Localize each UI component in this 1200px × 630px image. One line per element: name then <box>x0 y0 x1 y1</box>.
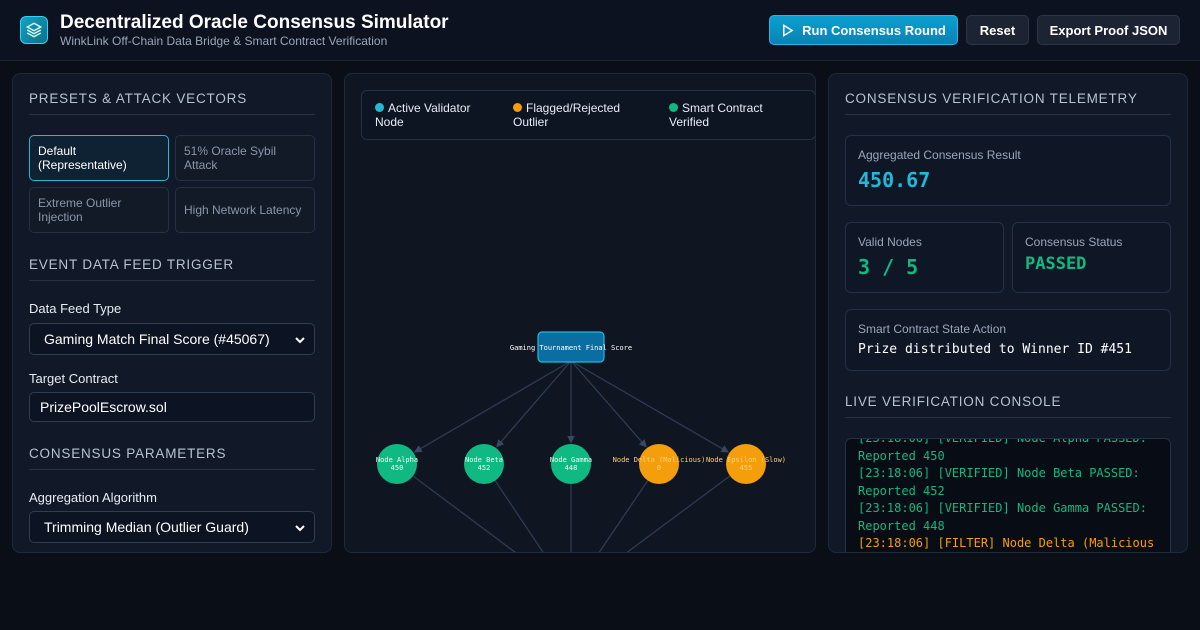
edge-source-to-node <box>570 360 647 448</box>
consensus-status-card: Consensus Status PASSED <box>1012 222 1171 293</box>
feed-type-value: Gaming Match Final Score (#45067) <box>44 331 270 347</box>
validator-node-name: Node Epsilon (Slow) <box>706 456 786 464</box>
divider <box>29 114 315 115</box>
preset-network-latency[interactable]: High Network Latency <box>175 187 315 233</box>
contract-action-card: Smart Contract State Action Prize distri… <box>845 309 1171 371</box>
validator-node-value: 450 <box>391 464 404 472</box>
feed-type-select[interactable]: Gaming Match Final Score (#45067) <box>29 323 315 355</box>
divider <box>845 417 1171 418</box>
target-contract-label: Target Contract <box>29 371 118 386</box>
chevron-down-icon <box>295 337 305 344</box>
validator-node-value: 455 <box>740 464 753 472</box>
reset-button[interactable]: Reset <box>966 15 1029 45</box>
consensus-graph: Gaming Tournament Final Score Node Alpha… <box>376 331 786 552</box>
data-source-label: Gaming Tournament Final Score <box>510 344 632 352</box>
app-header: Decentralized Oracle Consensus Simulator… <box>0 0 1200 61</box>
preset-outlier-injection[interactable]: Extreme Outlier Injection <box>29 187 169 233</box>
target-contract-input[interactable]: PrizePoolEscrow.sol <box>29 392 315 422</box>
chevron-down-icon <box>295 525 305 532</box>
result-label: Aggregated Consensus Result <box>858 148 1021 162</box>
console-log-line: [23:18:06] [VERIFIED] Node Gamma PASSED:… <box>858 501 1147 533</box>
algorithm-label: Aggregation Algorithm <box>29 490 157 505</box>
result-card: Aggregated Consensus Result 450.67 <box>845 135 1171 206</box>
verification-console[interactable]: [23:18:06] [VERIFIED] Node Alpha PASSED:… <box>845 438 1171 552</box>
contract-action-label: Smart Contract State Action <box>858 322 1007 336</box>
edge-source-to-node <box>413 360 572 453</box>
divider <box>845 114 1171 115</box>
edge-source-to-node <box>496 360 572 448</box>
export-proof-button[interactable]: Export Proof JSON <box>1037 15 1180 45</box>
run-consensus-label: Run Consensus Round <box>802 22 946 38</box>
run-consensus-button[interactable]: Run Consensus Round <box>769 15 958 45</box>
validator-node-value: 0 <box>657 464 661 472</box>
validator-node-value: 448 <box>565 464 578 472</box>
console-log-line: [23:18:06] [FILTER] Node Delta (Maliciou… <box>858 536 1155 550</box>
app-title: Decentralized Oracle Consensus Simulator <box>60 12 449 33</box>
divider <box>29 469 315 470</box>
preset-sybil-attack[interactable]: 51% Oracle Sybil Attack <box>175 135 315 181</box>
contract-action-value: Prize distributed to Winner ID #451 <box>858 342 1132 357</box>
params-title: Consensus Parameters <box>29 446 227 461</box>
valid-nodes-card: Valid Nodes 3 / 5 <box>845 222 1004 293</box>
trigger-title: Event Data Feed Trigger <box>29 257 234 272</box>
validator-node-name: Node Delta (Malicious) <box>613 456 706 464</box>
validator-node-name: Node Beta <box>465 456 503 464</box>
app-subtitle: WinkLink Off-Chain Data Bridge & Smart C… <box>60 34 388 48</box>
telemetry-title: Consensus Verification Telemetry <box>845 91 1138 106</box>
valid-nodes-label: Valid Nodes <box>858 235 922 249</box>
algorithm-select[interactable]: Trimming Median (Outlier Guard) <box>29 511 315 543</box>
edge-source-to-node <box>570 360 730 453</box>
layers-logo-icon <box>20 16 48 44</box>
algorithm-value: Trimming Median (Outlier Guard) <box>44 519 249 535</box>
console-log-line: [23:18:06] [VERIFIED] Node Beta PASSED: … <box>858 466 1140 498</box>
preset-default[interactable]: Default (Representative) <box>29 135 169 181</box>
console-log-line: [23:18:06] [VERIFIED] Node Alpha PASSED:… <box>858 438 1147 463</box>
result-value: 450.67 <box>858 168 931 192</box>
consensus-status-value: PASSED <box>1025 254 1087 274</box>
valid-nodes-value: 3 / 5 <box>858 255 919 279</box>
feed-type-label: Data Feed Type <box>29 301 122 316</box>
telemetry-panel: Consensus Verification Telemetry Aggrega… <box>828 73 1188 553</box>
consensus-status-label: Consensus Status <box>1025 235 1123 249</box>
presets-title: Presets & Attack Vectors <box>29 91 247 106</box>
play-icon <box>783 23 794 37</box>
console-title: Live Verification Console <box>845 394 1062 409</box>
validator-node-name: Node Gamma <box>550 456 592 464</box>
config-panel: Presets & Attack Vectors Default (Repres… <box>12 73 332 553</box>
divider <box>29 280 315 281</box>
validator-node-name: Node Alpha <box>376 456 418 464</box>
network-graph-panel: Active Validator Node Flagged/Rejected O… <box>344 73 816 553</box>
validator-node-value: 452 <box>478 464 491 472</box>
